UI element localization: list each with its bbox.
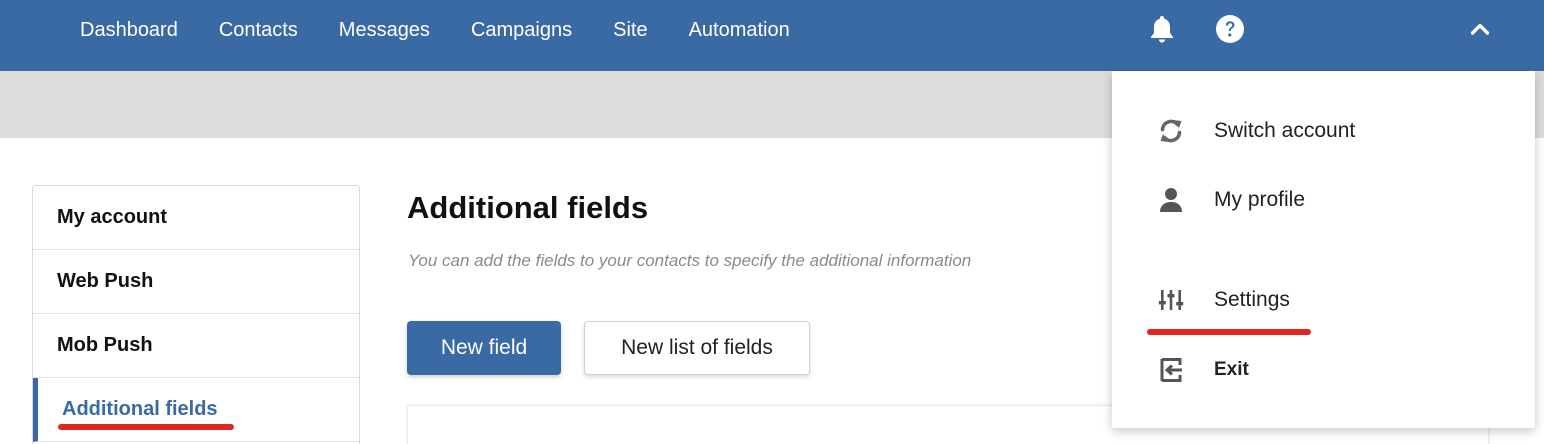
settings-sidebar: My account Web Push Mob Push Additional … bbox=[32, 185, 360, 444]
menu-item-switch-account[interactable]: Switch account bbox=[1112, 107, 1535, 155]
bell-icon[interactable] bbox=[1146, 13, 1178, 45]
account-dropdown-menu: Switch account My profile Settings Exit bbox=[1112, 71, 1535, 428]
help-icon[interactable] bbox=[1214, 13, 1246, 45]
highlight-underline bbox=[1147, 329, 1311, 335]
sliders-icon bbox=[1156, 285, 1186, 315]
sidebar-item-web-push[interactable]: Web Push bbox=[33, 250, 359, 314]
nav-automation[interactable]: Automation bbox=[689, 19, 790, 42]
chevron-up-icon[interactable] bbox=[1464, 13, 1496, 45]
menu-item-settings[interactable]: Settings bbox=[1112, 276, 1535, 324]
nav-campaigns[interactable]: Campaigns bbox=[471, 19, 572, 42]
nav-messages[interactable]: Messages bbox=[339, 19, 430, 42]
exit-icon bbox=[1156, 355, 1186, 385]
menu-item-exit[interactable]: Exit bbox=[1112, 346, 1535, 394]
user-icon bbox=[1156, 185, 1186, 215]
sidebar-item-my-account[interactable]: My account bbox=[33, 186, 359, 250]
menu-item-label: My profile bbox=[1214, 188, 1306, 211]
new-field-button[interactable]: New field bbox=[407, 321, 561, 375]
page-title: Additional fields bbox=[407, 190, 649, 225]
nav-contacts[interactable]: Contacts bbox=[219, 19, 298, 42]
new-list-of-fields-button[interactable]: New list of fields bbox=[584, 321, 810, 375]
sidebar-item-mob-push[interactable]: Mob Push bbox=[33, 314, 359, 378]
main-nav: Dashboard Contacts Messages Campaigns Si… bbox=[80, 0, 790, 60]
nav-dashboard[interactable]: Dashboard bbox=[80, 19, 178, 42]
sidebar-item-additional-fields[interactable]: Additional fields bbox=[33, 378, 359, 442]
sidebar-item-label: Web Push bbox=[57, 270, 154, 292]
refresh-icon bbox=[1156, 116, 1186, 146]
menu-item-label: Exit bbox=[1214, 359, 1249, 380]
page-subtitle: You can add the fields to your contacts … bbox=[408, 251, 972, 270]
top-navigation-bar: Dashboard Contacts Messages Campaigns Si… bbox=[0, 0, 1544, 71]
menu-item-label: Switch account bbox=[1214, 119, 1356, 142]
menu-item-label: Settings bbox=[1214, 288, 1290, 311]
sidebar-item-label: Additional fields bbox=[62, 398, 218, 420]
highlight-underline bbox=[58, 424, 234, 430]
sidebar-item-label: Mob Push bbox=[57, 334, 153, 356]
nav-site[interactable]: Site bbox=[613, 19, 647, 42]
sidebar-item-label: My account bbox=[57, 206, 168, 228]
menu-item-my-profile[interactable]: My profile bbox=[1112, 176, 1535, 224]
